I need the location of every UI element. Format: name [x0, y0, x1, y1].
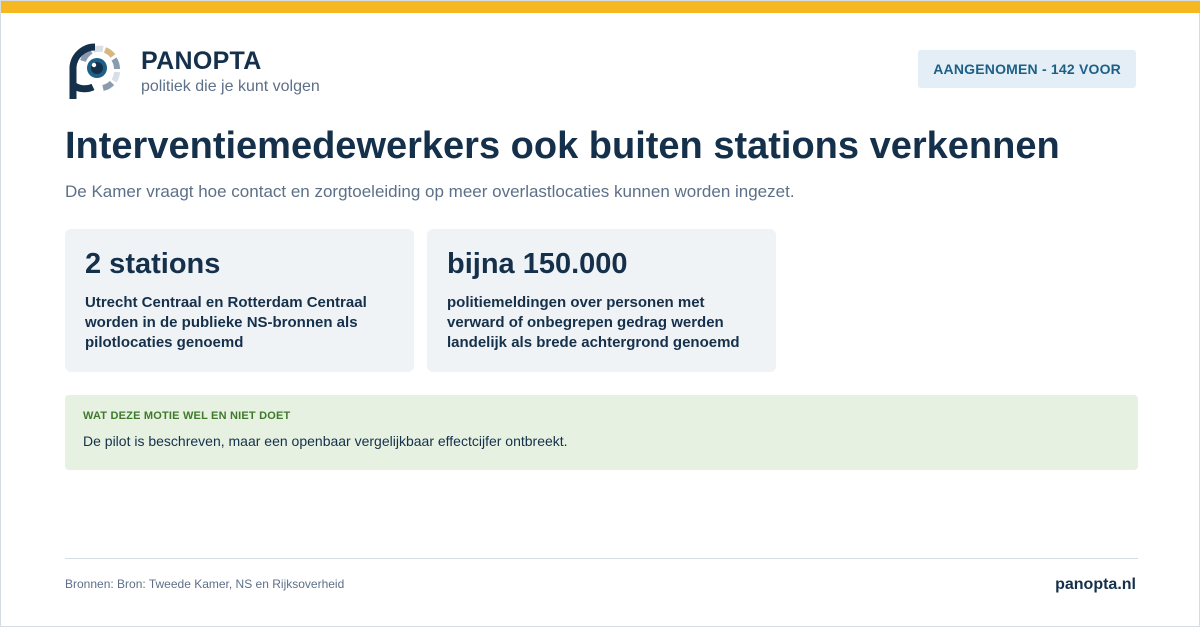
note-text: De pilot is beschreven, maar een openbaa… — [83, 433, 568, 449]
accent-bar — [1, 1, 1200, 13]
motion-note: WAT DEZE MOTIE WEL EN NIET DOET De pilot… — [65, 395, 1138, 470]
page-subtitle: De Kamer vraagt hoe contact en zorgtoele… — [65, 182, 795, 201]
page-title: Interventiemedewerkers ook buiten statio… — [65, 125, 1060, 167]
brand-tagline: politiek die je kunt volgen — [141, 78, 320, 95]
brand-name: PANOPTA — [141, 47, 262, 75]
site-link[interactable]: panopta.nl — [1055, 576, 1136, 594]
brand[interactable]: PANOPTA politiek die je kunt volgen — [69, 41, 320, 101]
footer-divider — [65, 558, 1138, 559]
sources-text: Bronnen: Bron: Tweede Kamer, NS en Rijks… — [65, 577, 345, 591]
stat-card: 2 stations Utrecht Centraal en Rotterdam… — [65, 229, 414, 372]
stats-row: 2 stations Utrecht Centraal en Rotterdam… — [65, 229, 776, 372]
stat-value: 2 stations — [85, 248, 221, 280]
stat-description: Utrecht Centraal en Rotterdam Centraal w… — [85, 294, 367, 351]
stat-card: bijna 150.000 politiemeldingen over pers… — [427, 229, 776, 372]
share-card: PANOPTA politiek die je kunt volgen AANG… — [0, 0, 1200, 627]
status-badge: AANGENOMEN - 142 VOOR — [918, 50, 1136, 88]
stat-description: politiemeldingen over personen met verwa… — [447, 294, 740, 351]
stat-value: bijna 150.000 — [447, 248, 628, 280]
note-heading: WAT DEZE MOTIE WEL EN NIET DOET — [83, 410, 291, 422]
panopta-eye-logo-icon — [69, 43, 121, 99]
